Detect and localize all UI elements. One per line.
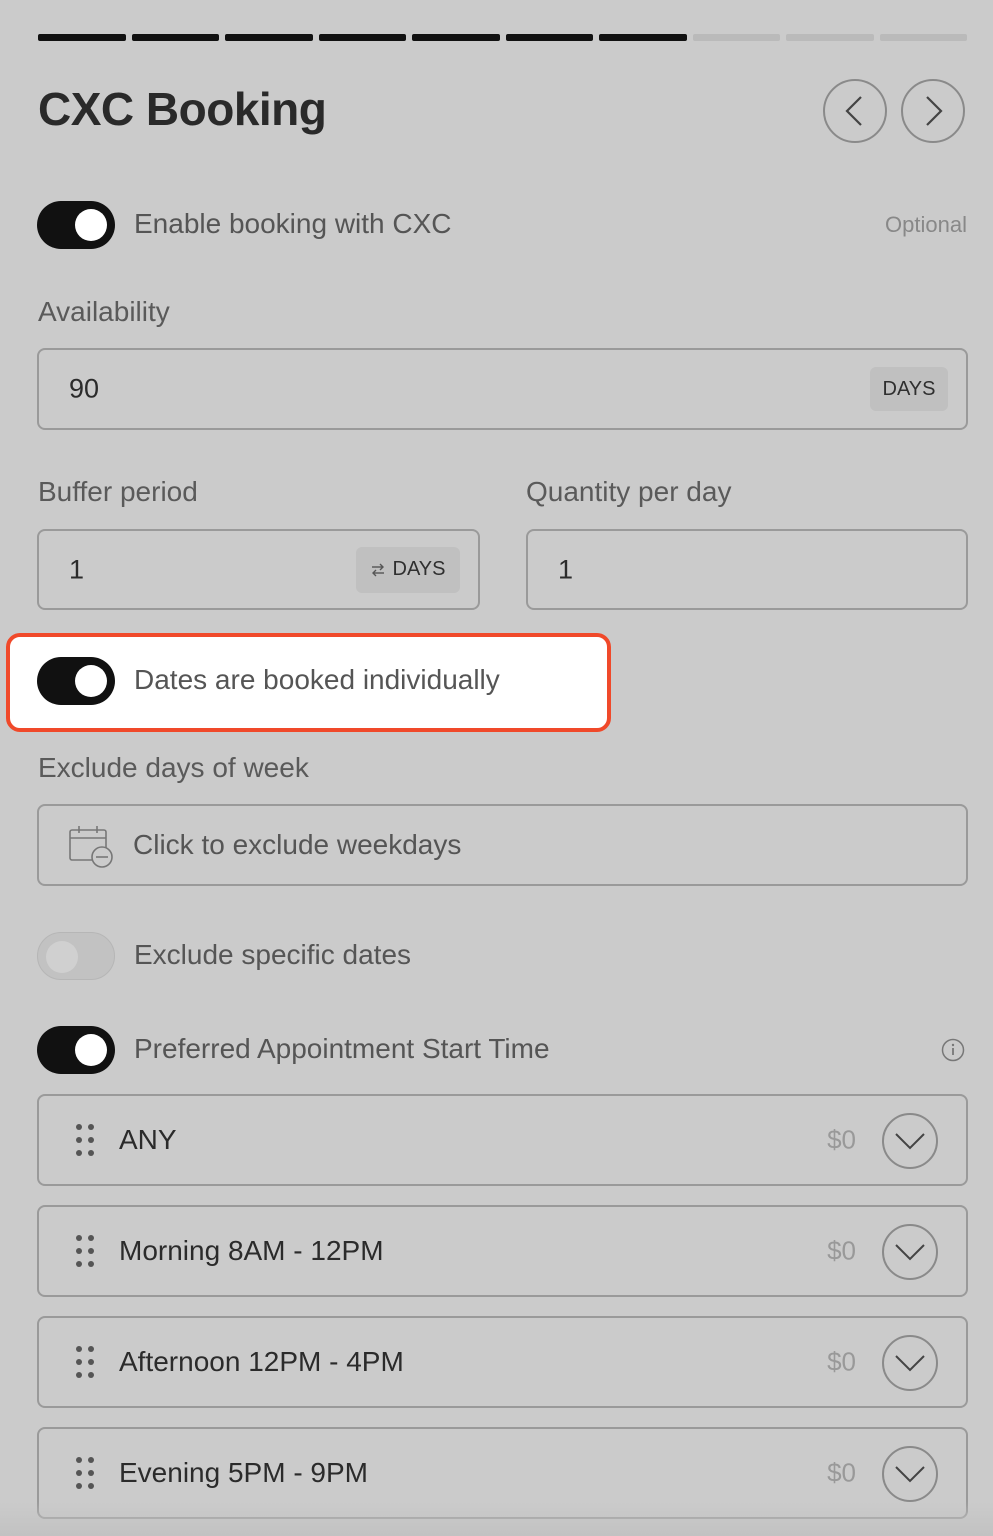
exclude-weekdays-placeholder: Click to exclude weekdays: [133, 829, 462, 860]
progress-segment: [225, 34, 313, 41]
chevron-down-icon: [895, 1244, 925, 1261]
toggle-knob: [75, 665, 107, 697]
time-slot-row[interactable]: Morning 8AM - 12PM $0: [37, 1205, 968, 1297]
chevron-down-icon: [895, 1466, 925, 1483]
time-slot-price: $0: [827, 1124, 856, 1155]
dates-individually-toggle[interactable]: [37, 657, 115, 705]
time-slot-price: $0: [827, 1235, 856, 1266]
chevron-right-icon: [926, 96, 943, 126]
drag-handle-icon[interactable]: [73, 1122, 97, 1158]
toggle-knob: [46, 941, 78, 973]
enable-booking-label: Enable booking with CXC: [134, 208, 452, 239]
buffer-period-label: Buffer period: [38, 476, 198, 507]
buffer-period-value: 1: [69, 554, 85, 584]
previous-step-button[interactable]: [823, 79, 887, 143]
availability-value: 90: [69, 373, 100, 404]
time-slot-label: Afternoon 12PM - 4PM: [119, 1346, 404, 1377]
page-title: CXC Booking: [38, 83, 327, 135]
time-slot-row[interactable]: Afternoon 12PM - 4PM $0: [37, 1316, 968, 1408]
availability-label: Availability: [38, 296, 170, 327]
calendar-minus-icon: [69, 826, 113, 868]
bottom-fade: [0, 1502, 993, 1536]
info-icon[interactable]: [941, 1038, 965, 1062]
drag-handle-icon[interactable]: [73, 1455, 97, 1491]
progress-segment: [599, 34, 687, 41]
progress-segment: [505, 34, 593, 41]
progress-segment: [879, 34, 967, 41]
expand-slot-button[interactable]: [882, 1113, 938, 1169]
buffer-unit-switch[interactable]: DAYS: [356, 546, 460, 593]
time-slot-label: Morning 8AM - 12PM: [119, 1235, 384, 1266]
time-slot-price: $0: [827, 1346, 856, 1377]
quantity-per-day-label: Quantity per day: [526, 476, 732, 507]
buffer-unit-text: DAYS: [392, 558, 446, 580]
expand-slot-button[interactable]: [882, 1335, 938, 1391]
enable-booking-toggle[interactable]: [37, 201, 115, 249]
dates-individually-label: Dates are booked individually: [134, 664, 500, 695]
availability-unit-badge: DAYS: [870, 367, 948, 411]
expand-slot-button[interactable]: [882, 1224, 938, 1280]
exclude-dates-toggle[interactable]: [37, 932, 115, 980]
progress-segment: [131, 34, 219, 41]
time-slot-label: Evening 5PM - 9PM: [119, 1457, 368, 1488]
exclude-weekdays-picker[interactable]: Click to exclude weekdays: [37, 804, 968, 886]
availability-input[interactable]: 90 DAYS: [37, 348, 968, 430]
progress-segment: [692, 34, 780, 41]
quantity-per-day-input[interactable]: 1: [526, 529, 968, 610]
expand-slot-button[interactable]: [882, 1446, 938, 1502]
progress-segment: [786, 34, 874, 41]
preferred-time-label: Preferred Appointment Start Time: [134, 1033, 550, 1064]
quantity-per-day-value: 1: [558, 554, 574, 584]
progress-segment: [412, 34, 500, 41]
toggle-knob: [75, 1034, 107, 1066]
swap-arrows-icon: [371, 563, 384, 576]
buffer-period-input[interactable]: 1 DAYS: [37, 529, 480, 610]
exclude-days-label: Exclude days of week: [38, 752, 309, 783]
chevron-down-icon: [895, 1133, 925, 1150]
chevron-left-icon: [845, 96, 862, 126]
exclude-dates-label: Exclude specific dates: [134, 939, 412, 970]
time-slot-price: $0: [827, 1457, 856, 1488]
optional-label: Optional: [885, 212, 967, 237]
next-step-button[interactable]: [901, 79, 965, 143]
progress-segment: [318, 34, 406, 41]
toggle-knob: [75, 209, 107, 241]
time-slot-label: ANY: [119, 1124, 177, 1155]
time-slot-row[interactable]: ANY $0: [37, 1094, 968, 1186]
chevron-down-icon: [895, 1355, 925, 1372]
step-progress-bar: [38, 34, 967, 41]
drag-handle-icon[interactable]: [73, 1344, 97, 1380]
availability-unit-text: DAYS: [882, 377, 936, 400]
preferred-time-toggle[interactable]: [37, 1026, 115, 1074]
progress-segment: [38, 34, 126, 41]
drag-handle-icon[interactable]: [73, 1233, 97, 1269]
